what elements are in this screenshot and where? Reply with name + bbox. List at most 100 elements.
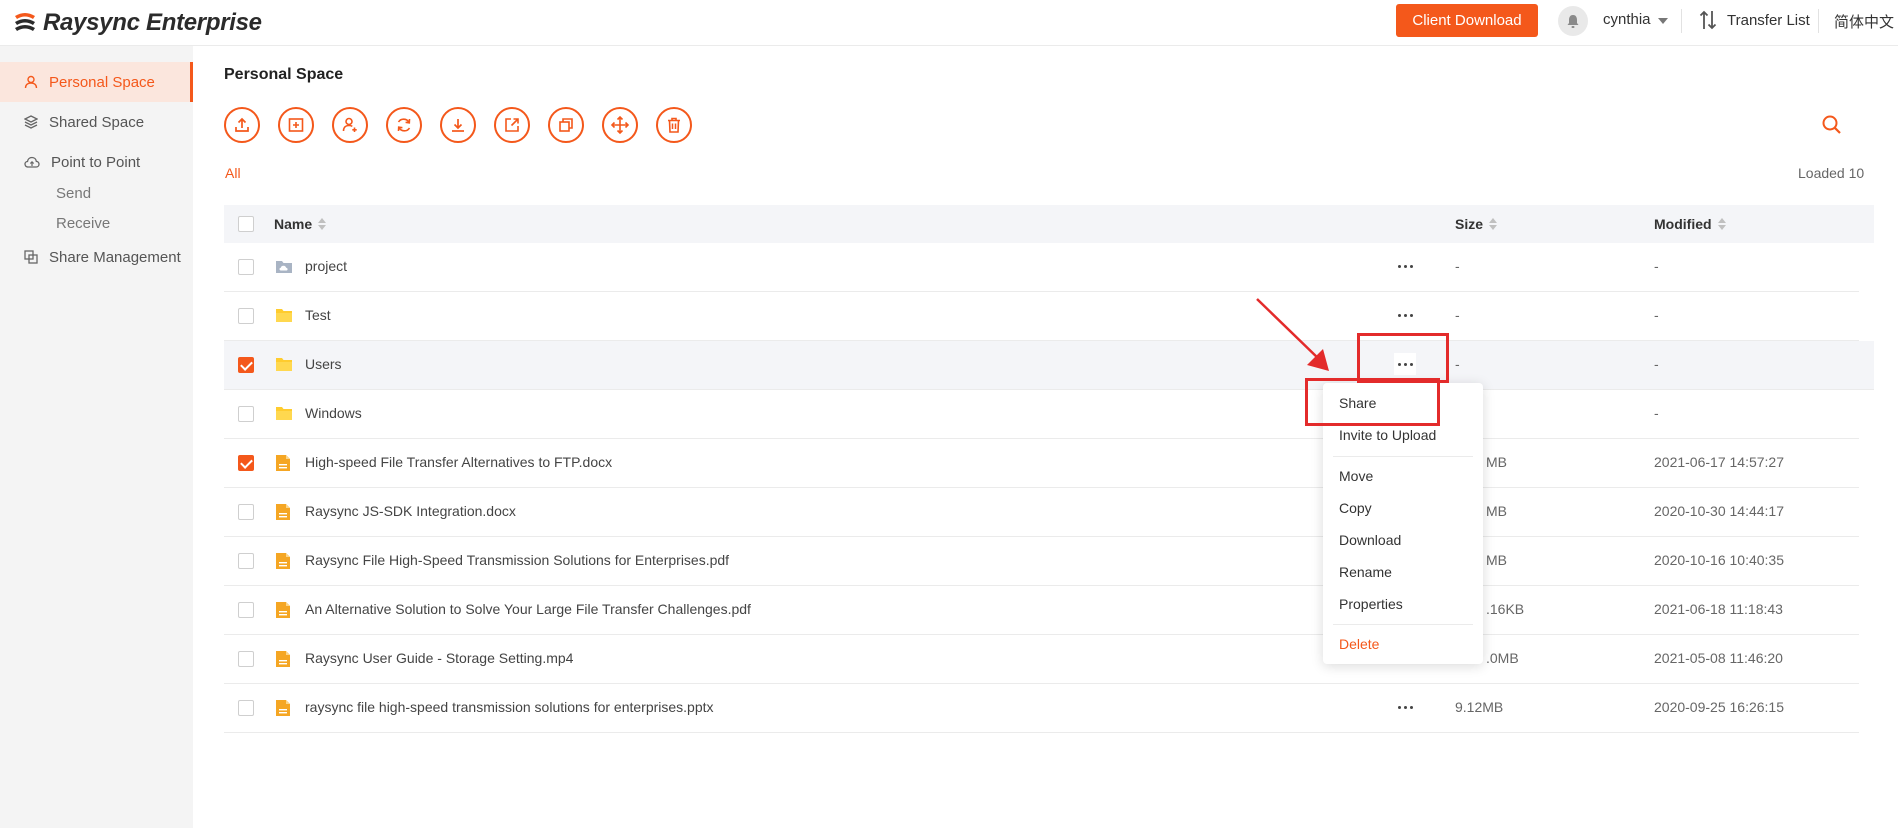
transfer-list-button[interactable]: Transfer List — [1699, 9, 1810, 31]
context-menu-download[interactable]: Download — [1339, 532, 1401, 548]
context-menu-move[interactable]: Move — [1339, 468, 1373, 484]
client-download-button[interactable]: Client Download — [1396, 4, 1538, 37]
cloud-icon — [24, 156, 40, 168]
language-switch[interactable]: 简体中文 — [1834, 11, 1894, 32]
file-name[interactable]: Test — [305, 307, 331, 323]
file-icon — [275, 454, 291, 476]
notification-bell-icon[interactable] — [1558, 6, 1588, 36]
sidebar-item-point-to-point[interactable]: Point to Point — [0, 142, 193, 182]
sidebar-item-share-management[interactable]: Share Management — [0, 237, 193, 277]
row-checkbox[interactable] — [238, 504, 254, 520]
brand-logo[interactable]: Raysync Enterprise — [12, 7, 262, 39]
column-header-name[interactable]: Name — [274, 216, 327, 232]
filter-all-link[interactable]: All — [225, 165, 241, 181]
context-menu-invite-upload[interactable]: Invite to Upload — [1339, 427, 1436, 443]
header-divider — [1681, 9, 1682, 33]
column-header-modified[interactable]: Modified — [1654, 216, 1726, 232]
sidebar-item-receive[interactable]: Receive — [56, 215, 110, 232]
table-row[interactable]: Test - - — [224, 292, 1859, 341]
sort-icon — [1717, 218, 1726, 230]
add-user-button[interactable] — [332, 107, 368, 143]
context-menu-copy[interactable]: Copy — [1339, 500, 1372, 516]
file-icon — [275, 503, 291, 525]
row-checkbox[interactable] — [238, 553, 254, 569]
download-button[interactable] — [440, 107, 476, 143]
transfer-arrows-icon — [1699, 10, 1717, 30]
table-row[interactable]: Raysync JS-SDK Integration.docx MB 2020-10… — [224, 488, 1859, 537]
more-options-icon[interactable] — [1394, 304, 1416, 326]
share-link-button[interactable] — [494, 107, 530, 143]
column-header-size[interactable]: Size — [1455, 216, 1498, 232]
top-header: Raysync Enterprise Client Download cynth… — [0, 0, 1898, 46]
file-modified: 2020-10-16 10:40:35 — [1654, 552, 1784, 568]
row-checkbox[interactable] — [238, 602, 254, 618]
user-menu[interactable]: cynthia — [1603, 11, 1668, 28]
table-row[interactable]: Raysync File High-Speed Transmission Sol… — [224, 537, 1859, 586]
file-modified: 2021-06-18 11:18:43 — [1654, 601, 1783, 617]
file-modified: - — [1654, 356, 1659, 372]
sidebar-item-label: Share Management — [49, 248, 181, 266]
raysync-logo-icon — [15, 13, 35, 31]
file-name[interactable]: Raysync User Guide - Storage Setting.mp4 — [305, 650, 573, 666]
move-button[interactable] — [602, 107, 638, 143]
file-size: 9.12MB — [1455, 699, 1504, 715]
file-name[interactable]: Windows — [305, 405, 362, 421]
delete-button[interactable] — [656, 107, 692, 143]
file-name[interactable]: project — [305, 258, 347, 274]
more-options-icon[interactable] — [1394, 696, 1416, 718]
sidebar-item-shared-space[interactable]: Shared Space — [0, 102, 193, 142]
file-icon — [275, 699, 291, 721]
row-checkbox[interactable] — [238, 651, 254, 667]
context-menu-properties[interactable]: Properties — [1339, 596, 1403, 612]
file-name[interactable]: Raysync JS-SDK Integration.docx — [305, 503, 516, 519]
row-checkbox[interactable] — [238, 259, 254, 275]
row-checkbox[interactable] — [238, 406, 254, 422]
file-name[interactable]: An Alternative Solution to Solve Your La… — [305, 601, 751, 617]
search-icon[interactable] — [1821, 114, 1843, 140]
row-checkbox[interactable] — [238, 700, 254, 716]
file-size: - — [1455, 356, 1460, 372]
file-modified: 2020-09-25 16:26:15 — [1654, 699, 1784, 715]
sort-icon — [1489, 218, 1498, 230]
copy-button[interactable] — [548, 107, 584, 143]
table-row[interactable]: Raysync User Guide - Storage Setting.mp4… — [224, 635, 1859, 684]
file-name[interactable]: Users — [305, 356, 342, 372]
context-menu-rename[interactable]: Rename — [1339, 564, 1392, 580]
sidebar-item-personal-space[interactable]: Personal Space — [0, 62, 193, 102]
table-row[interactable]: High-speed File Transfer Alternatives to… — [224, 439, 1859, 488]
new-folder-button[interactable] — [278, 107, 314, 143]
file-size: .0MB — [1486, 650, 1519, 666]
row-checkbox[interactable] — [238, 308, 254, 324]
sort-icon — [318, 218, 327, 230]
sidebar-item-label: Shared Space — [49, 113, 145, 131]
upload-button[interactable] — [224, 107, 260, 143]
file-toolbar — [224, 107, 710, 143]
new-folder-icon — [288, 118, 304, 132]
file-name[interactable]: raysync file high-speed transmission sol… — [305, 699, 714, 715]
sidebar-item-label: Point to Point — [51, 153, 141, 171]
row-checkbox[interactable] — [238, 357, 254, 373]
loaded-count: Loaded 10 — [1798, 165, 1865, 181]
folder-icon — [275, 356, 293, 376]
table-row[interactable]: Users - - — [224, 341, 1874, 390]
more-options-icon[interactable] — [1394, 255, 1416, 277]
header-divider — [1818, 9, 1819, 33]
sidebar-item-label: Personal Space — [49, 73, 155, 91]
file-name[interactable]: Raysync File High-Speed Transmission Sol… — [305, 552, 729, 568]
brand-name: Raysync Enterprise — [43, 9, 262, 36]
table-row[interactable]: Windows - — [224, 390, 1859, 439]
table-row[interactable]: project - - — [224, 243, 1859, 292]
context-menu-delete[interactable]: Delete — [1339, 636, 1379, 652]
file-size: MB — [1486, 552, 1507, 568]
file-name[interactable]: High-speed File Transfer Alternatives to… — [305, 454, 612, 470]
user-icon — [24, 75, 38, 89]
select-all-checkbox[interactable] — [238, 216, 254, 232]
table-row[interactable]: An Alternative Solution to Solve Your La… — [224, 586, 1859, 635]
highlight-share-box — [1305, 378, 1440, 426]
file-modified: - — [1654, 258, 1659, 274]
highlight-more-button-box — [1357, 333, 1449, 383]
row-checkbox[interactable] — [238, 455, 254, 471]
table-row[interactable]: raysync file high-speed transmission sol… — [224, 684, 1859, 733]
sync-button[interactable] — [386, 107, 422, 143]
sidebar-item-send[interactable]: Send — [56, 185, 91, 202]
